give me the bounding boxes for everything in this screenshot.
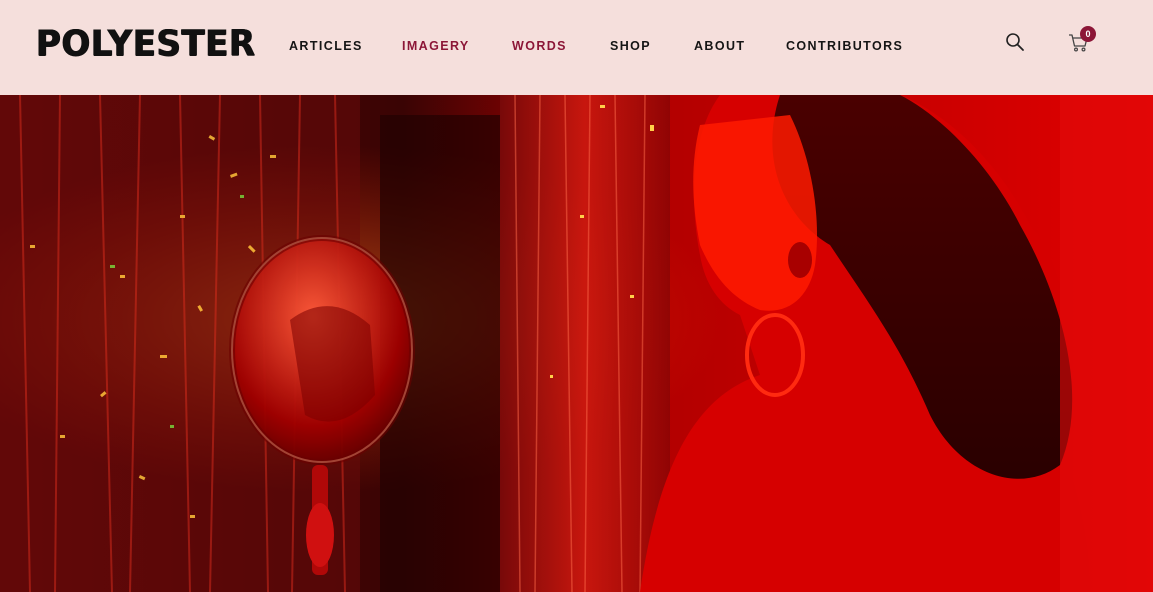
nav-item-shop[interactable]: SHOP bbox=[610, 38, 651, 54]
site-logo[interactable]: POLYESTER bbox=[36, 23, 256, 65]
hero-image[interactable] bbox=[0, 95, 1153, 592]
site-header: POLYESTER ARTICLES IMAGERY WORDS SHOP AB… bbox=[0, 0, 1153, 95]
nav-item-articles[interactable]: ARTICLES bbox=[289, 38, 363, 54]
search-icon[interactable] bbox=[1005, 32, 1025, 52]
cart-count-badge[interactable]: 0 bbox=[1080, 26, 1096, 42]
nav-item-imagery[interactable]: IMAGERY bbox=[402, 38, 470, 54]
hero-photo-illustration bbox=[0, 95, 1153, 592]
nav-item-about[interactable]: ABOUT bbox=[694, 38, 745, 54]
nav-item-words[interactable]: WORDS bbox=[512, 38, 567, 54]
nav-item-contributors[interactable]: CONTRIBUTORS bbox=[786, 38, 903, 54]
